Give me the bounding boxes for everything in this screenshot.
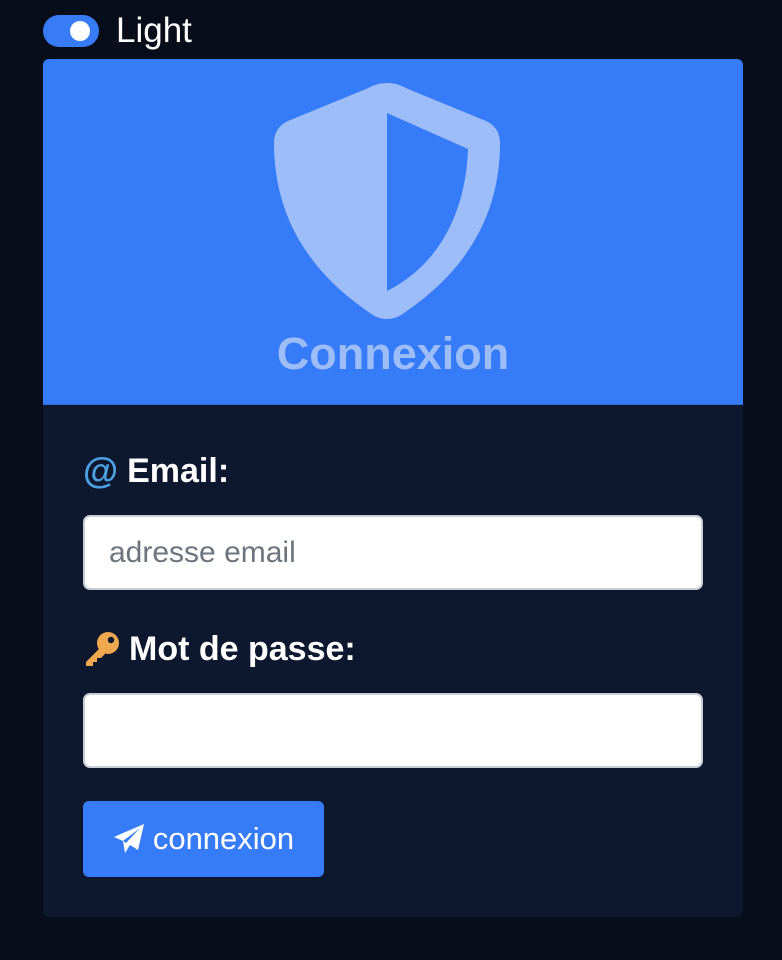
theme-switcher: Light (43, 12, 192, 50)
email-label-text: Email: (127, 451, 230, 490)
toggle-knob (70, 21, 90, 41)
password-label: Mot de passe: (83, 627, 356, 671)
paper-plane-icon (113, 823, 145, 855)
theme-toggle[interactable] (43, 15, 99, 47)
email-field[interactable] (83, 515, 703, 590)
key-icon (83, 631, 120, 668)
shield-icon (274, 83, 500, 319)
login-button[interactable]: connexion (83, 801, 324, 877)
login-card: Connexion @ Email: Mot de passe: (43, 59, 743, 917)
card-title: Connexion (276, 328, 510, 379)
password-field[interactable] (83, 693, 703, 768)
at-icon: @ (83, 450, 119, 491)
card-header: Connexion (43, 59, 743, 405)
password-label-text: Mot de passe: (129, 629, 356, 668)
login-button-label: connexion (152, 821, 295, 856)
theme-label: Light (116, 11, 192, 50)
email-label: @ Email: (83, 449, 229, 493)
